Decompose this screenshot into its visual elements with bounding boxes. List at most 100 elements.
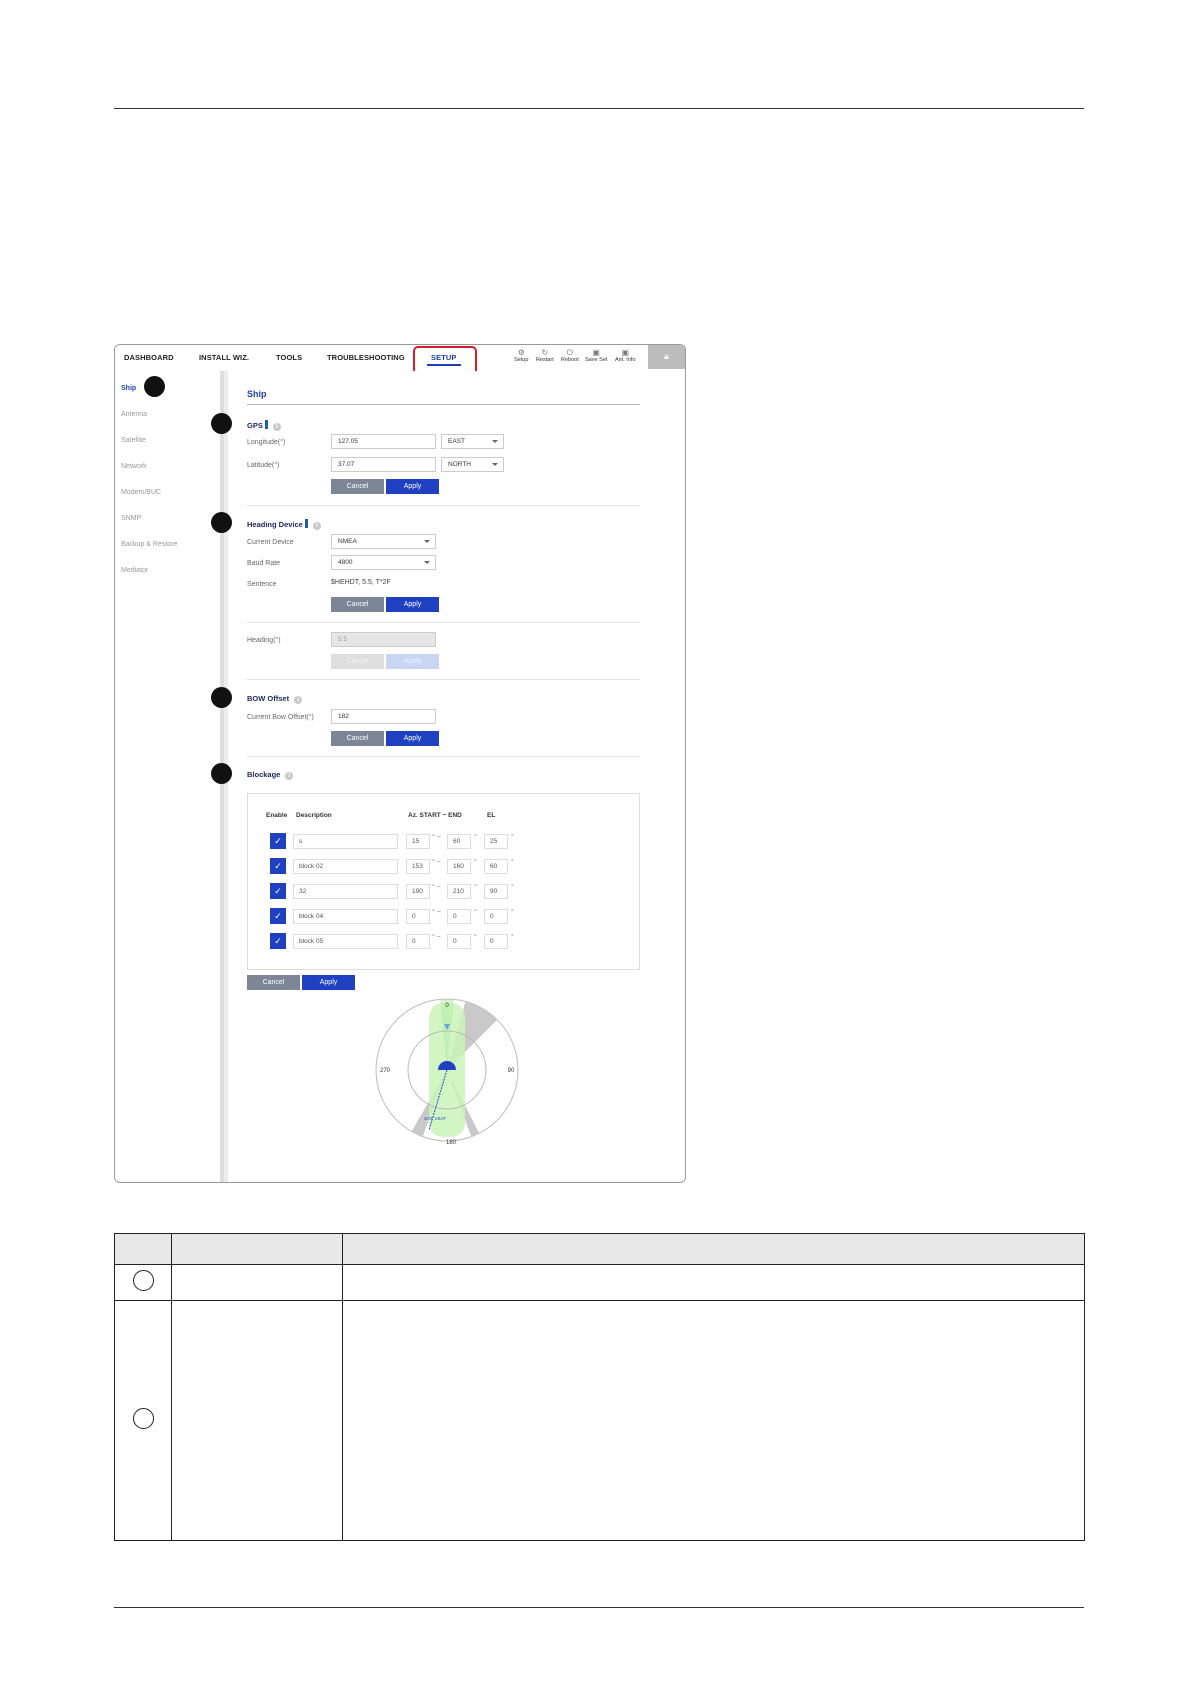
bow-offset-apply-button[interactable]: Apply <box>386 731 439 746</box>
latitude-input[interactable]: 37.07 <box>331 457 436 472</box>
main-content: Ship GPS i Longitude(°) 127.05 EAST Latit… <box>224 371 685 1182</box>
baud-rate-select[interactable]: 4800 <box>331 555 436 570</box>
description-input[interactable]: block 04 <box>293 909 398 924</box>
callout-circle <box>132 1407 154 1429</box>
enable-checkbox[interactable]: ✓ <box>270 933 286 949</box>
el-input[interactable]: 0 <box>484 934 508 949</box>
az-start-input[interactable]: 15 <box>406 834 430 849</box>
bow-offset-input[interactable]: 182 <box>331 709 436 724</box>
heading-input: 5.5 <box>331 632 436 647</box>
az-end-input[interactable]: 160 <box>447 859 471 874</box>
lock-button[interactable]: 🔒︎ <box>648 345 685 369</box>
heading-label: Heading(°) <box>247 637 281 644</box>
heading-device-cancel-button[interactable]: Cancel <box>331 597 384 612</box>
sidebar-item-mediator[interactable]: Mediator <box>121 567 148 574</box>
sidebar-item-backup-restore[interactable]: Backup & Restore <box>121 541 177 548</box>
degree-symbol: ° <box>474 859 477 866</box>
az-end-input[interactable]: 210 <box>447 884 471 899</box>
latitude-direction-select[interactable]: NORTH <box>441 457 504 472</box>
enable-checkbox[interactable]: ✓ <box>270 833 286 849</box>
east-label: 90 <box>508 1068 515 1074</box>
el-input[interactable]: 90 <box>484 884 508 899</box>
description-input[interactable]: block 02 <box>293 859 398 874</box>
tool-reboot[interactable]: ⏻ Reboot <box>561 348 579 363</box>
page-title: Ship <box>247 389 267 399</box>
az-end-input[interactable]: 60 <box>447 834 471 849</box>
top-navigation-bar: DASHBOARD INSTALL WIZ. TOOLS TROUBLESHOO… <box>115 345 685 376</box>
sidebar-item-snmp[interactable]: SNMP <box>121 515 141 522</box>
gps-cancel-button[interactable]: Cancel <box>331 479 384 494</box>
check-icon: ✓ <box>274 861 282 871</box>
blockage-apply-button[interactable]: Apply <box>302 975 355 990</box>
tool-setup[interactable]: ⚙ Setup <box>514 348 528 363</box>
blockage-title-text: Blockage <box>247 770 281 779</box>
longitude-direction-select[interactable]: EAST <box>441 434 504 449</box>
callout-marker <box>211 413 232 434</box>
blockage-table: Enable Description Az. START ~ END EL ✓ … <box>247 793 640 970</box>
degree-tilde-symbol: ° ~ <box>432 859 441 866</box>
info-icon[interactable]: i <box>272 423 281 431</box>
tool-restart[interactable]: ↻ Restart <box>536 348 554 363</box>
check-icon: ✓ <box>274 836 282 846</box>
heading-divider <box>247 679 640 680</box>
restart-icon: ↻ <box>541 348 549 357</box>
az-end-input[interactable]: 0 <box>447 909 471 924</box>
tool-save-set[interactable]: ▣ Save Set <box>585 348 607 363</box>
enable-checkbox[interactable]: ✓ <box>270 858 286 874</box>
current-device-select[interactable]: NMEA <box>331 534 436 549</box>
callout-circle <box>132 1269 154 1291</box>
sidebar-item-ship[interactable]: Ship <box>121 385 136 392</box>
check-icon: ✓ <box>274 936 282 946</box>
el-input[interactable]: 60 <box>484 859 508 874</box>
tool-antenna-info[interactable]: ▣ Ant. Info <box>615 348 636 363</box>
az-start-input[interactable]: 190 <box>406 884 430 899</box>
blockage-cancel-button[interactable]: Cancel <box>247 975 300 990</box>
sidebar-item-modem-buc[interactable]: Modem/BUC <box>121 489 161 496</box>
baud-rate-label: Baud Rate <box>247 560 281 567</box>
nav-troubleshooting[interactable]: TROUBLESHOOTING <box>327 353 405 362</box>
el-input[interactable]: 25 <box>484 834 508 849</box>
south-label: 180 <box>446 1140 457 1145</box>
nav-dashboard[interactable]: DASHBOARD <box>124 353 174 362</box>
longitude-input[interactable]: 127.05 <box>331 434 436 449</box>
el-input[interactable]: 0 <box>484 909 508 924</box>
info-icon[interactable]: i <box>285 772 294 780</box>
az-end-input[interactable]: 0 <box>447 934 471 949</box>
info-icon[interactable]: i <box>312 522 321 530</box>
az-range-header: Az. START ~ END <box>408 812 462 819</box>
info-icon[interactable]: i <box>294 696 303 704</box>
blockage-section-title: Blockage i <box>247 770 294 780</box>
az-start-input[interactable]: 153 <box>406 859 430 874</box>
heading-device-apply-button[interactable]: Apply <box>386 597 439 612</box>
nav-tools[interactable]: TOOLS <box>276 353 302 362</box>
save-icon: ▣ <box>592 348 600 357</box>
degree-symbol: ° <box>511 909 514 916</box>
title-divider <box>247 404 640 405</box>
nav-install-wizard[interactable]: INSTALL WIZ. <box>199 353 249 362</box>
longitude-label: Longitude(°) <box>247 439 286 446</box>
sidebar-item-network[interactable]: Network <box>121 463 147 470</box>
section-marker-icon <box>304 519 308 528</box>
bow-offset-title-text: BOW Offset <box>247 694 290 703</box>
bow-offset-cancel-button[interactable]: Cancel <box>331 731 384 746</box>
check-icon: ✓ <box>274 886 282 896</box>
heading-device-title-text: Heading Device <box>247 520 303 529</box>
degree-symbol: ° <box>511 834 514 841</box>
description-input[interactable]: block 05 <box>293 934 398 949</box>
header-rule <box>114 108 1084 109</box>
az-start-input[interactable]: 0 <box>406 934 430 949</box>
sidebar-item-antenna[interactable]: Antenna <box>121 411 147 418</box>
description-input[interactable]: 32 <box>293 884 398 899</box>
sidebar-item-satellite[interactable]: Satellite <box>121 437 146 444</box>
table-header-row <box>114 1233 1085 1265</box>
description-input[interactable]: s <box>293 834 398 849</box>
heading-cancel-button: Cancel <box>331 654 384 669</box>
bow-offset-divider <box>247 756 640 757</box>
enable-checkbox[interactable]: ✓ <box>270 883 286 899</box>
gps-section-title: GPS i <box>247 420 281 431</box>
enable-checkbox[interactable]: ✓ <box>270 908 286 924</box>
az-start-input[interactable]: 0 <box>406 909 430 924</box>
gps-apply-button[interactable]: Apply <box>386 479 439 494</box>
tool-save-set-label: Save Set <box>585 357 608 363</box>
tool-reboot-label: Reboot <box>561 357 579 363</box>
